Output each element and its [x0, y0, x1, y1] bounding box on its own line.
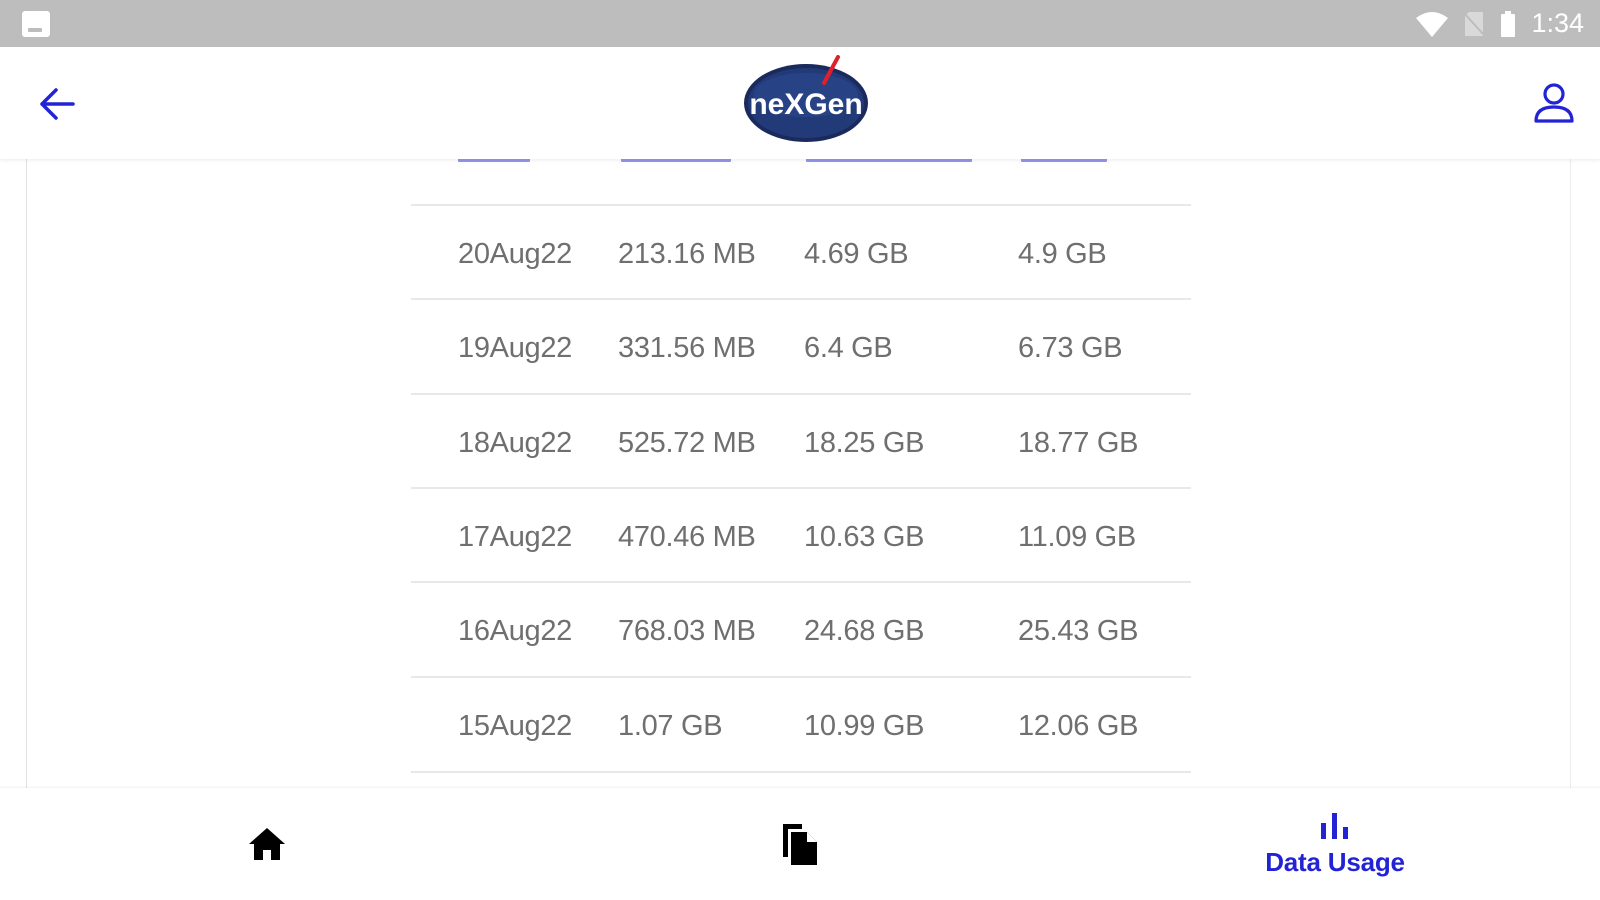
person-icon [1534, 83, 1574, 123]
table-row: 19Aug22 331.56 MB 6.4 GB 6.73 GB [411, 300, 1191, 396]
cell-upload: 525.72 MB [618, 427, 756, 459]
content-border-left [26, 159, 27, 788]
table-row: 17Aug22 470.46 MB 10.63 GB 11.09 GB [411, 489, 1191, 585]
battery-icon [1501, 10, 1516, 37]
cell-upload: 470.46 MB [618, 521, 756, 553]
content-border-right [1570, 159, 1571, 788]
wifi-icon [1416, 11, 1449, 37]
cell-upload: 768.03 MB [618, 615, 756, 647]
table-row: 15Aug22 1.07 GB 10.99 GB 12.06 GB [411, 678, 1191, 774]
cell-upload: 1.07 GB [618, 710, 723, 742]
cell-total: 25.43 GB [1018, 615, 1139, 647]
table-row: 20Aug22 213.16 MB 4.69 GB 4.9 GB [411, 206, 1191, 302]
header-total-cell [1021, 159, 1107, 162]
cell-date: 20Aug22 [458, 238, 573, 270]
header-download-cell [806, 159, 972, 162]
documents-icon [783, 824, 817, 865]
table-header [411, 159, 1191, 177]
row-divider [411, 771, 1191, 773]
bar-chart-icon [1321, 812, 1348, 839]
status-icons: 1:34 [1415, 0, 1584, 47]
app-bar: neXGen [0, 47, 1600, 159]
cell-total: 6.73 GB [1018, 332, 1123, 364]
cell-upload: 331.56 MB [618, 332, 756, 364]
home-icon [249, 828, 285, 860]
data-usage-content: 20Aug22 213.16 MB 4.69 GB 4.9 GB 19Aug22… [0, 159, 1600, 788]
cell-download: 6.4 GB [804, 332, 893, 364]
cell-download: 10.99 GB [804, 710, 925, 742]
logo-text: neXGen [749, 88, 862, 121]
profile-button[interactable] [1530, 79, 1578, 127]
bottom-navigation: Data Usage [0, 788, 1600, 900]
arrow-left-icon [40, 88, 75, 120]
cell-date: 15Aug22 [458, 710, 573, 742]
no-sim-icon [1463, 11, 1486, 36]
cell-upload: 213.16 MB [618, 238, 756, 270]
nav-data-usage[interactable]: Data Usage [1240, 788, 1430, 900]
nav-data-usage-label: Data Usage [1265, 846, 1405, 877]
cell-download: 18.25 GB [804, 427, 925, 459]
table-row: 16Aug22 768.03 MB 24.68 GB 25.43 GB [411, 583, 1191, 679]
cell-download: 4.69 GB [804, 238, 909, 270]
cell-total: 12.06 GB [1018, 710, 1139, 742]
status-time: 1:34 [1531, 8, 1584, 38]
header-upload-cell [621, 159, 731, 162]
cell-download: 24.68 GB [804, 615, 925, 647]
cell-date: 16Aug22 [458, 615, 573, 647]
nav-documents[interactable] [760, 788, 840, 900]
cell-total: 4.9 GB [1018, 238, 1107, 270]
cell-download: 10.63 GB [804, 521, 925, 553]
header-date-cell [458, 159, 530, 162]
back-button[interactable] [36, 83, 78, 125]
cell-date: 17Aug22 [458, 521, 573, 553]
image-icon [22, 11, 50, 37]
status-bar: 1:34 [0, 0, 1600, 47]
nav-home[interactable] [227, 788, 307, 900]
cell-date: 18Aug22 [458, 427, 573, 459]
nexgen-logo: neXGen [742, 55, 870, 143]
table-row: 18Aug22 525.72 MB 18.25 GB 18.77 GB [411, 395, 1191, 491]
cell-total: 18.77 GB [1018, 427, 1139, 459]
cell-date: 19Aug22 [458, 332, 573, 364]
cell-total: 11.09 GB [1018, 521, 1136, 553]
